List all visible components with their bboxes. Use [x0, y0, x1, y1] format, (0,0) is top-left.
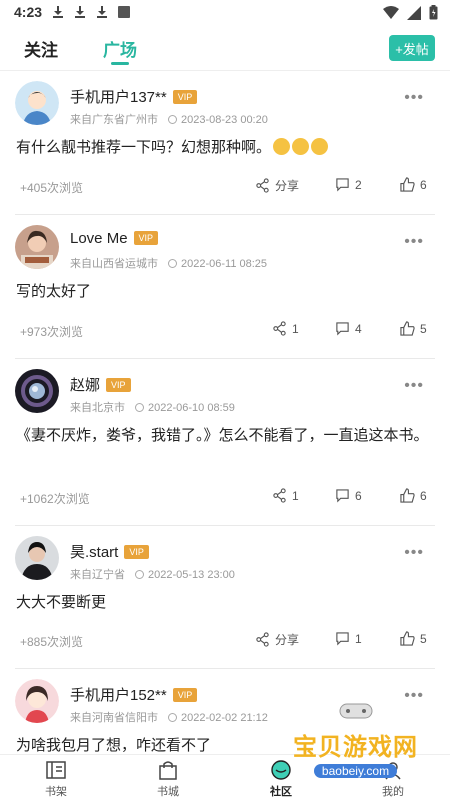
- comment-button[interactable]: 2: [335, 177, 362, 192]
- post-content[interactable]: 有什么靓书推荐一下吗？幻想那种啊。: [16, 135, 434, 161]
- thumbs-up-icon: [400, 488, 415, 503]
- watermark-title: 宝贝游戏网: [293, 734, 418, 761]
- comment-button[interactable]: 6: [335, 488, 362, 503]
- post-meta: 来自山西省运城市 2022-06-11 08:25: [70, 258, 268, 270]
- share-button[interactable]: 分享: [255, 177, 299, 194]
- download-icon: [96, 6, 108, 18]
- download-icon: [74, 6, 86, 18]
- like-button[interactable]: 5: [400, 321, 427, 336]
- username[interactable]: 赵娜 VIP: [70, 374, 131, 395]
- avatar[interactable]: [15, 225, 59, 269]
- post-actions: +1062次浏览 1 6 6: [0, 488, 450, 508]
- clock-icon: [168, 115, 177, 124]
- bookshelf-icon: [46, 761, 66, 779]
- shopping-bag-icon: [159, 761, 177, 780]
- share-button[interactable]: 1: [272, 321, 299, 336]
- view-count: +1062次浏览: [20, 492, 90, 506]
- community-icon: [271, 760, 291, 780]
- share-button[interactable]: 分享: [255, 631, 299, 648]
- post-meta: 来自北京市 2022-06-10 08:59: [70, 402, 235, 414]
- more-options-icon[interactable]: •••: [404, 544, 424, 562]
- watermark-url: baobeiy.com: [313, 764, 398, 778]
- post-item[interactable]: 昊.start VIP 来自辽宁省 2022-05-13 23:00 ••• 大大不…: [0, 526, 450, 669]
- username[interactable]: Love Me VIP: [70, 230, 159, 247]
- clock-icon: [168, 713, 177, 722]
- avatar[interactable]: [15, 536, 59, 580]
- thumbs-up-icon: [400, 321, 415, 336]
- comment-icon: [336, 632, 349, 646]
- emoji-icon: [311, 138, 329, 155]
- view-count: +973次浏览: [20, 325, 84, 339]
- post-content[interactable]: 大大不要断更: [16, 590, 434, 616]
- share-button[interactable]: 1: [272, 488, 299, 503]
- post-meta: 来自河南省信阳市 2022-02-02 21:12: [70, 712, 268, 724]
- post-item[interactable]: 赵娜 VIP 来自北京市 2022-06-10 08:59 ••• 《妻不厌炸，娄爷…: [0, 359, 450, 526]
- post-content[interactable]: 写的太好了: [16, 279, 434, 305]
- vip-badge: VIP: [133, 231, 159, 245]
- vip-badge: VIP: [172, 688, 198, 702]
- notification-icon: [118, 6, 131, 18]
- thumbs-up-icon: [400, 631, 415, 646]
- post-feed[interactable]: 手机用户137** VIP 来自广东省广州市 2023-08-23 00:20 ••…: [0, 71, 450, 754]
- status-bar: 4:23: [0, 0, 450, 24]
- watermark-logo: 宝贝游戏网 baobeiy.com: [293, 700, 418, 780]
- post-content[interactable]: 《妻不厌炸，娄爷，我错了。》怎么不能看了，一直追这本书。: [16, 423, 434, 449]
- share-icon: [273, 321, 286, 336]
- more-options-icon[interactable]: •••: [404, 233, 424, 251]
- username[interactable]: 手机用户137** VIP: [70, 86, 198, 107]
- signal-icon: [407, 5, 421, 20]
- comment-icon: [336, 489, 349, 503]
- comment-button[interactable]: 1: [335, 631, 362, 646]
- comment-icon: [336, 178, 349, 192]
- tab-square[interactable]: 广场: [103, 36, 137, 61]
- battery-icon: [429, 5, 438, 20]
- status-time: 4:23: [14, 4, 43, 20]
- avatar[interactable]: [15, 369, 59, 413]
- post-item[interactable]: 手机用户137** VIP 来自广东省广州市 2023-08-23 00:20 ••…: [0, 71, 450, 215]
- more-options-icon[interactable]: •••: [404, 377, 424, 395]
- gamepad-icon: [339, 703, 372, 719]
- comment-button[interactable]: 4: [335, 321, 362, 336]
- top-tabs: 关注 广场 +发帖: [0, 30, 450, 68]
- username[interactable]: 手机用户152** VIP: [70, 684, 198, 705]
- more-options-icon[interactable]: •••: [404, 89, 424, 107]
- post-actions: +973次浏览 1 4 5: [0, 321, 450, 341]
- post-item[interactable]: Love Me VIP 来自山西省运城市 2022-06-11 08:25 ••• …: [0, 215, 450, 359]
- share-icon: [256, 178, 269, 193]
- clock-icon: [168, 259, 177, 268]
- tab-active-indicator: [111, 62, 129, 65]
- nav-store[interactable]: 书城: [138, 759, 198, 799]
- clock-icon: [135, 570, 144, 579]
- post-meta: 来自广东省广州市 2023-08-23 00:20: [70, 114, 268, 126]
- username[interactable]: 昊.start VIP: [70, 541, 149, 562]
- download-icon: [52, 6, 64, 18]
- clock-icon: [135, 403, 144, 412]
- view-count: +885次浏览: [20, 635, 84, 649]
- like-button[interactable]: 5: [400, 631, 427, 646]
- wifi-icon: [383, 5, 399, 19]
- vip-badge: VIP: [106, 378, 131, 392]
- nav-bookshelf[interactable]: 书架: [26, 759, 86, 799]
- vip-badge: VIP: [172, 90, 198, 104]
- like-button[interactable]: 6: [400, 177, 427, 192]
- post-meta: 来自辽宁省 2022-05-13 23:00: [70, 569, 235, 581]
- tab-follow[interactable]: 关注: [24, 36, 58, 61]
- emoji-icon: [292, 138, 310, 155]
- vip-badge: VIP: [124, 545, 149, 559]
- view-count: +405次浏览: [20, 181, 84, 195]
- emoji-icon: [273, 138, 291, 155]
- share-icon: [273, 488, 286, 503]
- share-icon: [256, 632, 269, 647]
- comment-icon: [336, 322, 349, 336]
- like-button[interactable]: 6: [400, 488, 427, 503]
- thumbs-up-icon: [400, 177, 415, 192]
- new-post-button[interactable]: +发帖: [389, 35, 435, 61]
- avatar[interactable]: [15, 81, 59, 125]
- post-actions: +885次浏览 分享 1 5: [0, 631, 450, 651]
- avatar[interactable]: [15, 679, 59, 723]
- post-actions: +405次浏览 分享 2 6: [0, 177, 450, 197]
